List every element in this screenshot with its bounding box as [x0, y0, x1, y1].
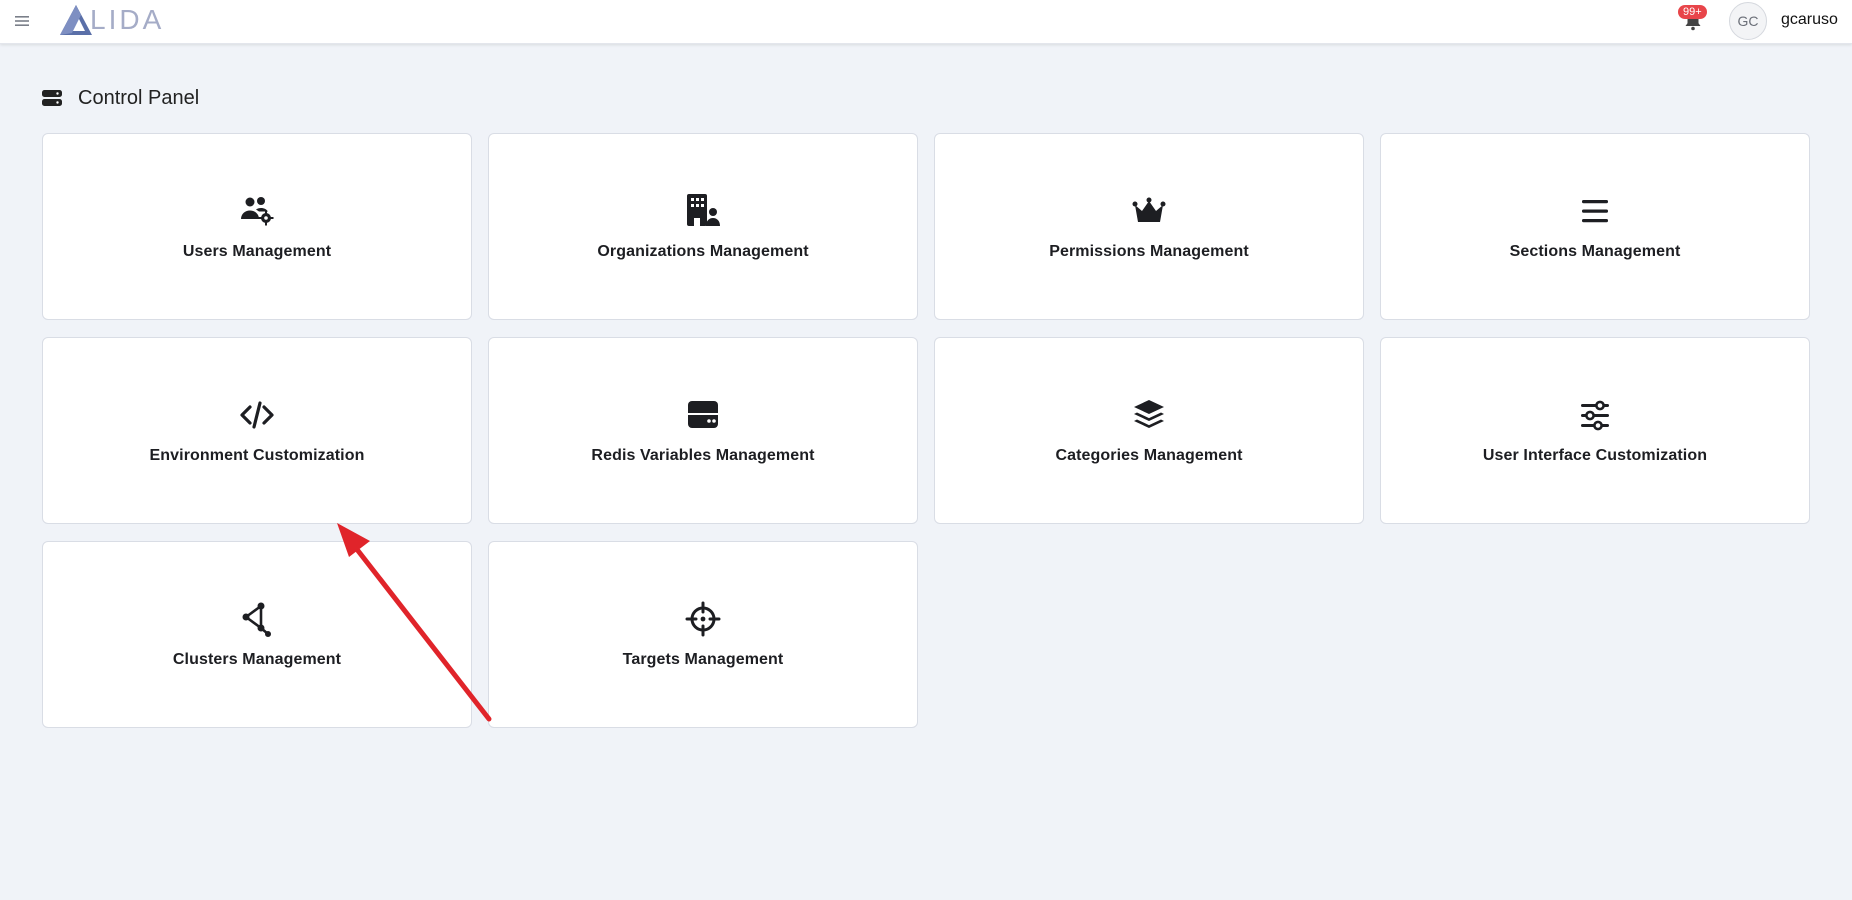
card-label: Targets Management	[622, 650, 784, 668]
card-sections-management[interactable]: Sections Management	[1380, 133, 1810, 320]
card-label: Redis Variables Management	[591, 446, 815, 464]
card-redis-variables-management[interactable]: Redis Variables Management	[488, 337, 918, 524]
server-icon	[688, 400, 718, 428]
card-categories-management[interactable]: Categories Management	[934, 337, 1364, 524]
notification-badge: 99+	[1678, 5, 1707, 19]
card-clusters-management[interactable]: Clusters Management	[42, 541, 472, 728]
card-label: Categories Management	[1055, 446, 1243, 464]
crown-icon	[1132, 197, 1166, 222]
card-label: User Interface Customization	[1482, 446, 1708, 464]
page-header: Control Panel	[42, 86, 199, 110]
app-logo[interactable]: LIDA	[58, 3, 164, 37]
username-label[interactable]: gcaruso	[1781, 11, 1838, 29]
card-label: Organizations Management	[597, 242, 809, 260]
card-targets-management[interactable]: Targets Management	[488, 541, 918, 728]
card-label: Permissions Management	[1049, 242, 1249, 260]
top-bar: LIDA 99+ GC gcaruso	[0, 0, 1852, 44]
crosshairs-icon	[685, 601, 721, 636]
cluster-icon	[242, 602, 271, 637]
control-panel-grid: Users Management Organizations Managemen…	[42, 133, 1812, 728]
card-label: Clusters Management	[172, 650, 342, 668]
card-label: Users Management	[182, 242, 332, 260]
users-gear-icon	[241, 196, 274, 225]
server-stack-icon	[42, 90, 62, 106]
card-organizations-management[interactable]: Organizations Management	[488, 133, 918, 320]
avatar[interactable]: GC	[1729, 2, 1767, 40]
logo-triangle-icon	[60, 5, 92, 35]
card-label: Environment Customization	[149, 446, 365, 464]
layers-icon	[1134, 399, 1164, 428]
sliders-icon	[1581, 400, 1609, 430]
card-user-interface-customization[interactable]: User Interface Customization	[1380, 337, 1810, 524]
card-users-management[interactable]: Users Management	[42, 133, 472, 320]
bars-icon	[1582, 199, 1608, 222]
card-permissions-management[interactable]: Permissions Management	[934, 133, 1364, 320]
code-icon	[240, 400, 274, 429]
hamburger-menu-icon[interactable]	[12, 11, 32, 31]
building-user-icon	[687, 193, 720, 226]
card-environment-customization[interactable]: Environment Customization	[42, 337, 472, 524]
logo-text: LIDA	[90, 4, 165, 35]
card-label: Sections Management	[1509, 242, 1681, 260]
page-title: Control Panel	[78, 86, 200, 109]
